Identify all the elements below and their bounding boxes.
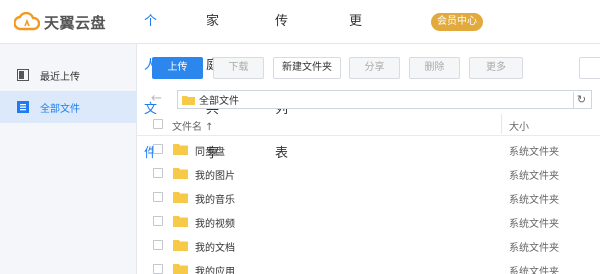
sidebar-item-label: 全部文件 [40, 103, 80, 115]
file-type: 系统文件夹 [509, 195, 559, 206]
nav-more[interactable]: 更多 [349, 0, 362, 73]
delete-button[interactable]: 删除 [409, 57, 460, 79]
table-row[interactable]: 我的视频 系统文件夹 [137, 209, 600, 233]
folder-icon [182, 95, 195, 105]
row-checkbox[interactable] [153, 216, 163, 226]
upload-button[interactable]: 上传 [152, 57, 203, 79]
file-name[interactable]: 我的视频 [195, 215, 235, 230]
row-checkbox[interactable] [153, 264, 163, 274]
logo-text: 天翼云盘 [44, 13, 107, 32]
row-checkbox[interactable] [153, 240, 163, 250]
file-type: 系统文件夹 [509, 243, 559, 254]
folder-icon [173, 144, 188, 155]
file-list: 文件名 ↑ 大小 同步盘 系统文件夹 我的图片 系统文件夹 我的音乐 系统文件夹… [137, 112, 600, 274]
folder-icon [173, 264, 188, 274]
download-button[interactable]: 下载 [213, 57, 264, 79]
nav-transfer-list[interactable]: 传输列表 [275, 0, 288, 161]
toolbar: 上传 下载 新建文件夹 分享 删除 更多 [137, 44, 600, 86]
folder-icon [173, 240, 188, 251]
sidebar-item-label: 最近上传 [40, 71, 80, 83]
table-row[interactable]: 我的应用 系统文件夹 [137, 257, 600, 274]
column-divider[interactable] [501, 114, 502, 134]
recent-upload-icon [17, 69, 29, 81]
breadcrumb[interactable]: 全部文件 ↻ [177, 90, 592, 109]
nav-personal-files[interactable]: 个人文件 [144, 0, 157, 161]
row-checkbox[interactable] [153, 168, 163, 178]
folder-icon [173, 192, 188, 203]
file-list-header: 文件名 ↑ 大小 [137, 112, 600, 136]
sidebar-item-recent-uploads[interactable]: 最近上传 [0, 59, 137, 91]
column-header-name[interactable]: 文件名 ↑ [172, 118, 214, 133]
table-row[interactable]: 我的图片 系统文件夹 [137, 161, 600, 185]
refresh-icon[interactable]: ↻ [573, 92, 589, 108]
sidebar: 最近上传 全部文件 [0, 44, 137, 274]
column-header-size[interactable]: 大小 [509, 118, 529, 133]
file-type: 系统文件夹 [509, 267, 559, 274]
file-name[interactable]: 我的图片 [195, 167, 235, 182]
breadcrumb-path: 全部文件 [199, 96, 239, 107]
folder-icon [173, 168, 188, 179]
cloud-logo-icon [14, 12, 40, 31]
file-type: 系统文件夹 [509, 171, 559, 182]
path-bar: ← 全部文件 ↻ [137, 86, 600, 112]
row-checkbox[interactable] [153, 144, 163, 154]
file-name[interactable]: 我的应用 [195, 263, 235, 274]
cloud-drive-app: 天翼云盘 个人文件 家庭共享 传输列表 更多 会员中心 最近上传 全部文件 [0, 0, 600, 274]
file-name[interactable]: 同步盘 [195, 143, 225, 158]
vip-center-button[interactable]: 会员中心 [431, 13, 483, 31]
new-folder-button[interactable]: 新建文件夹 [273, 57, 341, 79]
nav-family-share[interactable]: 家庭共享 [206, 0, 219, 161]
share-button[interactable]: 分享 [349, 57, 400, 79]
sidebar-item-all-files[interactable]: 全部文件 [0, 91, 137, 123]
more-button[interactable]: 更多 [469, 57, 523, 79]
table-row[interactable]: 我的音乐 系统文件夹 [137, 185, 600, 209]
all-files-icon [17, 101, 29, 113]
folder-icon [173, 216, 188, 227]
file-type: 系统文件夹 [509, 219, 559, 230]
logo[interactable]: 天翼云盘 [14, 10, 106, 34]
top-header: 天翼云盘 个人文件 家庭共享 传输列表 更多 会员中心 [0, 0, 600, 161]
row-checkbox[interactable] [153, 192, 163, 202]
back-arrow-icon[interactable]: ← [151, 91, 162, 106]
file-name[interactable]: 我的音乐 [195, 191, 235, 206]
table-row[interactable]: 同步盘 系统文件夹 [137, 137, 600, 161]
table-row[interactable]: 我的文档 系统文件夹 [137, 233, 600, 257]
select-all-checkbox[interactable] [153, 119, 163, 129]
view-toggle-button[interactable] [579, 57, 600, 79]
file-type: 系统文件夹 [509, 147, 559, 158]
file-name[interactable]: 我的文档 [195, 239, 235, 254]
